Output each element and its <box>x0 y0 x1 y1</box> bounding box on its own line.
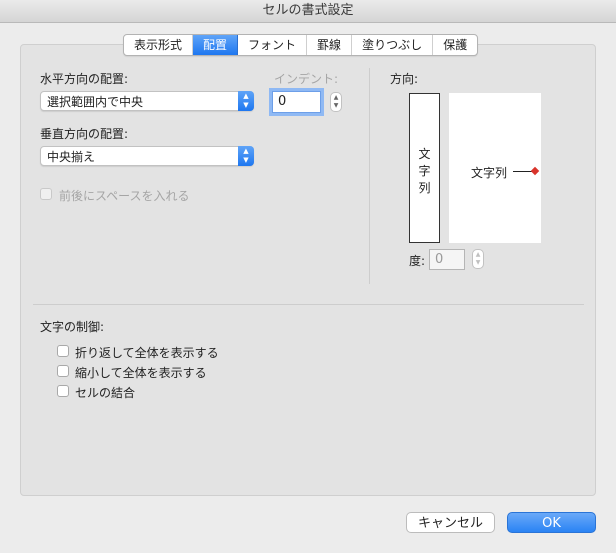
tab-bar: 表示形式 配置 フォント 罫線 塗りつぶし 保護 <box>123 34 479 56</box>
orientation-label: 方向: <box>390 72 419 86</box>
shrink-to-fit-label: 縮小して全体を表示する <box>75 366 207 380</box>
vertical-alignment-label: 垂直方向の配置: <box>40 127 129 141</box>
tab-protection[interactable]: 保護 <box>433 35 477 55</box>
orientation-dial[interactable]: 文字列 <box>449 93 541 243</box>
degree-label: 度: <box>409 254 426 268</box>
vertical-alignment-select[interactable]: 中央揃え ▲ ▼ <box>40 146 254 166</box>
degree-field[interactable]: 0 <box>429 249 465 270</box>
vertical-divider <box>369 68 370 284</box>
merge-cells-checkbox[interactable] <box>57 385 69 397</box>
indent-field[interactable]: 0 <box>272 91 321 113</box>
horizontal-alignment-label: 水平方向の配置: <box>40 72 129 86</box>
merge-cells-label: セルの結合 <box>75 386 136 400</box>
indent-label: インデント: <box>274 72 339 86</box>
tab-number-format[interactable]: 表示形式 <box>124 35 194 55</box>
vertical-alignment-value: 中央揃え <box>47 150 96 164</box>
horizontal-alignment-select[interactable]: 選択範囲内で中央 ▲ ▼ <box>40 91 254 111</box>
indent-stepper[interactable]: ▲ ▼ <box>330 92 342 112</box>
add-space-label: 前後にスペースを入れる <box>59 189 190 203</box>
horizontal-alignment-value: 選択範囲内で中央 <box>47 95 144 109</box>
cancel-button[interactable]: キャンセル <box>406 512 495 533</box>
add-space-checkbox[interactable] <box>40 188 52 200</box>
tab-border[interactable]: 罫線 <box>307 35 353 55</box>
wrap-text-checkbox[interactable] <box>57 345 69 357</box>
tab-alignment[interactable]: 配置 <box>193 35 239 55</box>
degree-stepper[interactable]: ▲ ▼ <box>472 249 484 269</box>
horizontal-divider <box>33 304 584 305</box>
vertical-text-orientation[interactable]: 文 字 列 <box>409 93 440 243</box>
ok-button[interactable]: OK <box>507 512 596 533</box>
popup-arrows-icon: ▲ ▼ <box>238 146 254 166</box>
shrink-to-fit-checkbox[interactable] <box>57 365 69 377</box>
vertical-text-sample: 文 字 列 <box>418 147 431 195</box>
tab-fill[interactable]: 塗りつぶし <box>352 35 434 55</box>
wrap-text-label: 折り返して全体を表示する <box>75 346 219 360</box>
orientation-handle-icon[interactable] <box>530 166 540 176</box>
tab-font[interactable]: フォント <box>238 35 308 55</box>
text-control-label: 文字の制御: <box>40 320 105 334</box>
window-title: セルの書式設定 <box>0 0 616 23</box>
popup-arrows-icon: ▲ ▼ <box>238 91 254 111</box>
horizontal-text-sample: 文字列 <box>471 166 508 180</box>
